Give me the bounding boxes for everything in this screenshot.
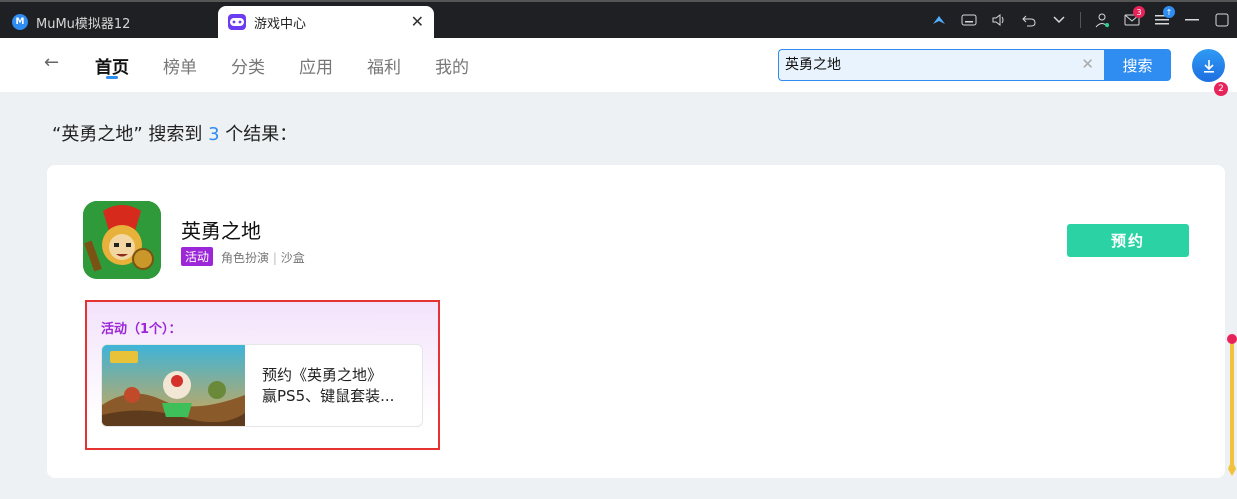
mail-icon[interactable]: 3 (1117, 5, 1147, 35)
window-toolbar: 3 ↑ (924, 4, 1237, 36)
download-icon[interactable] (1192, 49, 1225, 82)
genre-separator: | (272, 251, 277, 265)
back-arrow-icon[interactable]: ← (44, 52, 59, 73)
event-line-2: 赢PS5、键鼠套装... (262, 387, 395, 405)
volume-icon[interactable] (984, 5, 1014, 35)
activity-header: 活动（1个）： (101, 322, 182, 337)
close-tab-icon[interactable]: ✕ (411, 12, 424, 31)
reserve-button[interactable]: 预约 (1067, 224, 1189, 257)
mumu-logo-icon: M (12, 14, 28, 30)
keyboard-icon[interactable] (954, 5, 984, 35)
tab-game-center[interactable]: 游戏中心 ✕ (218, 6, 434, 38)
genre-list: 角色扮演 | 沙盒 (221, 249, 305, 266)
nav-bar: ← 首页 榜单 分类 应用 福利 我的 ✕ 搜索 2 (0, 38, 1237, 96)
title-bar: M MuMu模拟器12 游戏中心 ✕ 3 ↑ (0, 0, 1237, 38)
chevron-down-icon[interactable] (1044, 5, 1074, 35)
pin-icon[interactable] (924, 5, 954, 35)
user-icon[interactable] (1087, 5, 1117, 35)
event-line-1: 预约《英勇之地》 (262, 366, 383, 384)
search-result-heading: “英勇之地” 搜索到 3 个结果： (52, 120, 297, 146)
search-button[interactable]: 搜索 (1104, 49, 1171, 81)
nav-active-indicator (106, 76, 118, 79)
mail-badge: 3 (1133, 6, 1145, 18)
event-card[interactable]: 预约《英勇之地》 赢PS5、键鼠套装... (101, 344, 423, 427)
nav-item-benefits[interactable]: 福利 (367, 53, 401, 78)
clear-search-icon[interactable]: ✕ (1081, 55, 1094, 73)
genre-label: 沙盒 (280, 251, 305, 265)
activity-section: 活动（1个）： 预约《英勇之地》 赢PS5、键鼠套装... (85, 300, 440, 450)
search-input[interactable] (785, 56, 1075, 72)
game-title[interactable]: 英勇之地 (181, 215, 261, 244)
nav-item-charts[interactable]: 榜单 (163, 53, 197, 78)
activity-tag: 活动 (181, 247, 214, 266)
search-box: ✕ (778, 49, 1104, 81)
maximize-icon[interactable] (1207, 5, 1237, 35)
download-badge: 2 (1214, 82, 1228, 96)
floating-side-handle[interactable] (1226, 334, 1237, 484)
nav-item-apps[interactable]: 应用 (299, 53, 333, 78)
minimize-icon[interactable] (1177, 5, 1207, 35)
genre-label: 角色扮演 (221, 251, 270, 265)
title-bar-edge (0, 0, 1237, 2)
result-count: 3 (208, 124, 220, 145)
tab-label: 游戏中心 (254, 16, 307, 32)
update-arrow-icon: ↑ (1163, 6, 1175, 18)
toolbar-divider (1080, 12, 1081, 28)
tab-label: MuMu模拟器12 (36, 16, 131, 32)
event-description: 预约《英勇之地》 赢PS5、键鼠套装... (262, 365, 412, 407)
nav-item-categories[interactable]: 分类 (231, 53, 265, 78)
undo-icon[interactable] (1014, 5, 1044, 35)
game-app-icon[interactable] (83, 201, 161, 279)
game-result-card: 英勇之地 活动 角色扮演 | 沙盒 预约 活动（1个）： 预约《英勇之地》 赢P… (47, 165, 1225, 478)
event-banner-image (102, 345, 245, 426)
nav-item-mine[interactable]: 我的 (435, 53, 469, 78)
tab-mumu-emulator[interactable]: M MuMu模拟器12 (0, 6, 214, 38)
menu-icon[interactable]: ↑ (1147, 5, 1177, 35)
nav-item-home[interactable]: 首页 (95, 53, 129, 78)
gamepad-icon (228, 14, 246, 30)
result-prefix: “英勇之地” 搜索到 (52, 124, 209, 145)
result-suffix: 个结果： (219, 124, 298, 145)
